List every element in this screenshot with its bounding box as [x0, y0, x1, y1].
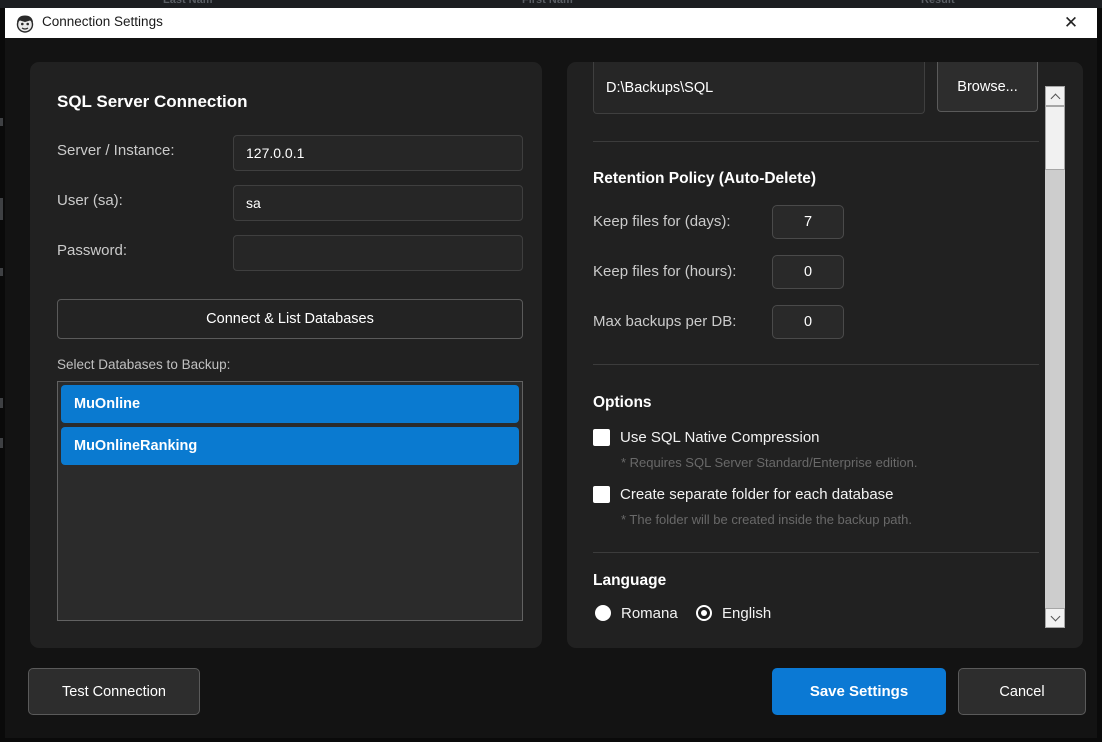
- sql-connection-panel: SQL Server Connection Server / Instance:…: [30, 62, 542, 648]
- test-connection-button[interactable]: Test Connection: [28, 668, 200, 715]
- separate-folder-label: Create separate folder for each database: [620, 486, 894, 503]
- window-edge-artifact: [0, 438, 3, 448]
- background-column-header: First Nam: [522, 0, 573, 6]
- panel-heading: SQL Server Connection: [57, 92, 248, 112]
- server-input[interactable]: [233, 135, 523, 171]
- keep-days-input[interactable]: 7: [772, 205, 844, 239]
- cancel-button[interactable]: Cancel: [958, 668, 1086, 715]
- language-heading: Language: [593, 572, 666, 590]
- database-list-label: Select Databases to Backup:: [57, 357, 230, 372]
- backup-settings-panel: Browse... Retention Policy (Auto-Delete)…: [567, 62, 1083, 648]
- separator: [593, 364, 1039, 365]
- dialog-body: SQL Server Connection Server / Instance:…: [5, 38, 1097, 738]
- max-backups-label: Max backups per DB:: [593, 313, 736, 330]
- compression-checkbox[interactable]: [593, 429, 610, 446]
- keep-hours-input[interactable]: 0: [772, 255, 844, 289]
- separate-folder-checkbox[interactable]: [593, 486, 610, 503]
- app-icon: [14, 12, 36, 34]
- separator: [593, 141, 1039, 142]
- background-column-header: Result: [921, 0, 955, 6]
- background-window-strip: Last Nam First Nam Result: [0, 0, 1102, 8]
- connection-settings-window: Last Nam First Nam Result Connection Set…: [0, 0, 1102, 742]
- keep-hours-label: Keep files for (hours):: [593, 263, 736, 280]
- scroll-up-button[interactable]: [1045, 86, 1065, 106]
- radio-english-selected[interactable]: [696, 605, 712, 621]
- browse-button[interactable]: Browse...: [937, 62, 1038, 112]
- database-listbox[interactable]: MuOnline MuOnlineRanking: [57, 381, 523, 621]
- connect-list-databases-button[interactable]: Connect & List Databases: [57, 299, 523, 339]
- compression-label: Use SQL Native Compression: [620, 429, 820, 446]
- radio-romana[interactable]: [595, 605, 611, 621]
- save-settings-button[interactable]: Save Settings: [772, 668, 946, 715]
- separator: [593, 552, 1039, 553]
- window-edge-artifact: [0, 398, 3, 408]
- retention-heading: Retention Policy (Auto-Delete): [593, 170, 816, 188]
- compression-note: * Requires SQL Server Standard/Enterpris…: [621, 455, 918, 470]
- vertical-scrollbar[interactable]: [1045, 86, 1065, 628]
- chevron-down-icon: [1050, 611, 1060, 621]
- radio-dot: [701, 610, 707, 616]
- separate-folder-note: * The folder will be created inside the …: [621, 512, 912, 527]
- keep-days-label: Keep files for (days):: [593, 213, 731, 230]
- scroll-down-button[interactable]: [1045, 608, 1065, 628]
- chevron-up-icon: [1050, 93, 1060, 103]
- radio-romana-label: Romana: [621, 605, 678, 622]
- password-input[interactable]: [233, 235, 523, 271]
- server-label: Server / Instance:: [57, 142, 175, 159]
- window-title: Connection Settings: [42, 14, 163, 29]
- database-list-item-selected[interactable]: MuOnlineRanking: [61, 427, 519, 465]
- radio-english-label: English: [722, 605, 771, 622]
- options-heading: Options: [593, 394, 652, 412]
- background-column-header: Last Nam: [163, 0, 213, 6]
- user-label: User (sa):: [57, 192, 123, 209]
- window-edge-artifact: [0, 268, 3, 276]
- password-label: Password:: [57, 242, 127, 259]
- scrollbar-thumb[interactable]: [1045, 106, 1065, 170]
- close-icon[interactable]: ✕: [1057, 10, 1085, 36]
- window-edge-artifact: [0, 198, 3, 220]
- window-edge-artifact: [0, 118, 3, 126]
- titlebar: Connection Settings ✕: [5, 8, 1097, 38]
- max-backups-input[interactable]: 0: [772, 305, 844, 339]
- database-list-item-selected[interactable]: MuOnline: [61, 385, 519, 423]
- backup-path-input[interactable]: [593, 62, 925, 114]
- user-input[interactable]: [233, 185, 523, 221]
